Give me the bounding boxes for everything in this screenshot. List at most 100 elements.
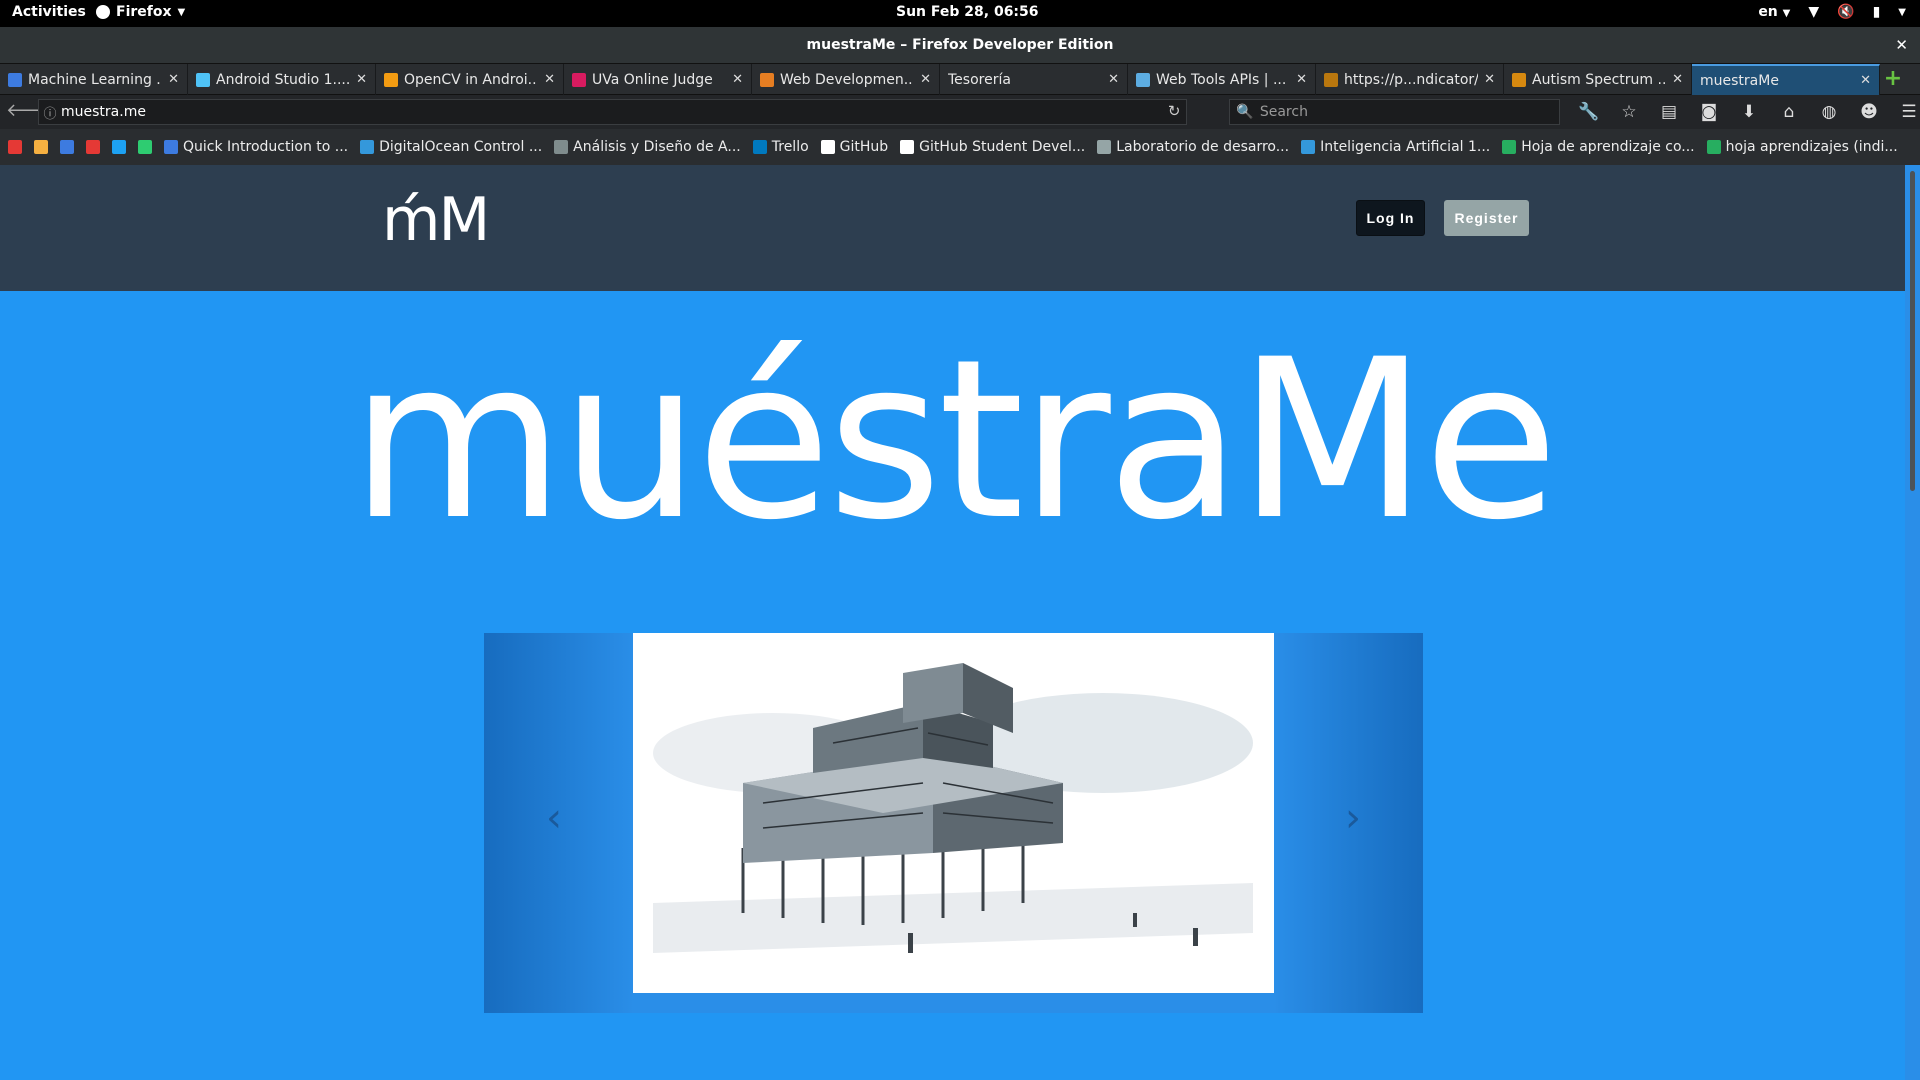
tab-strip: Machine Learning ... ✕ Android Studio 1...… xyxy=(0,63,1920,95)
clock[interactable]: Sun Feb 28, 06:56 xyxy=(896,4,1039,20)
bookmark-item[interactable]: hoja aprendizajes (indi... xyxy=(1706,139,1898,155)
chevron-down-icon: ▼ xyxy=(1898,6,1906,18)
bookmark-favicon-icon xyxy=(752,140,767,154)
close-icon[interactable]: ✕ xyxy=(1895,27,1908,63)
bookmark-favicon-icon xyxy=(1301,140,1316,154)
search-input[interactable]: 🔍 Search xyxy=(1229,99,1560,125)
close-icon[interactable]: ✕ xyxy=(1296,72,1307,87)
browser-tab[interactable]: Autism Spectrum ... ✕ xyxy=(1504,64,1692,95)
browser-tab[interactable]: Web Developmen... ✕ xyxy=(752,64,940,95)
bookmark-favicon-icon xyxy=(1097,140,1112,154)
bookmark-favicon-icon xyxy=(164,140,178,154)
back-arrow-icon[interactable]: 🡐 xyxy=(6,100,54,124)
bookmark-item[interactable]: Hoja de aprendizaje co... xyxy=(1502,139,1695,155)
browser-tab[interactable]: OpenCV in Androi... ✕ xyxy=(376,64,564,95)
bookmark-favicon-icon xyxy=(820,140,835,154)
browser-tab[interactable]: Web Tools APIs | ... ✕ xyxy=(1128,64,1316,95)
bookmark-label: Inteligencia Artificial 1... xyxy=(1320,139,1491,155)
bookmark-item[interactable]: Trello xyxy=(752,139,809,155)
system-tray[interactable]: en ▼ ▼ 🔇 ▮ ▼ xyxy=(1758,4,1906,20)
browser-tab[interactable]: UVa Online Judge ✕ xyxy=(564,64,752,95)
bookmark-favicon-icon xyxy=(1706,140,1721,154)
login-button[interactable]: Log In xyxy=(1356,200,1425,236)
bookmark-item[interactable]: DigitalOcean Control ... xyxy=(360,139,542,155)
bookmark-label: Hoja de aprendizaje co... xyxy=(1521,139,1695,155)
close-icon[interactable]: ✕ xyxy=(1484,72,1495,87)
language-indicator[interactable]: en ▼ xyxy=(1758,4,1790,20)
hello-icon[interactable]: ☻ xyxy=(1858,102,1880,122)
wrench-icon[interactable]: 🔧 xyxy=(1578,102,1600,122)
close-icon[interactable]: ✕ xyxy=(168,72,179,87)
close-icon[interactable]: ✕ xyxy=(356,72,367,87)
developer-icon[interactable]: ◍ xyxy=(1818,102,1840,122)
browser-tab[interactable]: Machine Learning ... ✕ xyxy=(0,64,188,95)
bookmark-item[interactable]: GitHub xyxy=(820,139,888,155)
bookmark-favicon-icon xyxy=(60,140,74,154)
info-icon[interactable]: ⓘ xyxy=(39,103,61,122)
tab-title: https://p...ndicator/ xyxy=(1344,71,1479,88)
star-icon[interactable]: ☆ xyxy=(1618,102,1640,122)
app-menu[interactable]: Firefox ▼ xyxy=(96,4,185,20)
browser-tab[interactable]: Android Studio 1.... ✕ xyxy=(188,64,376,95)
toolbar-icons: 🔧 ☆ ▤ ◙ ⬇ ⌂ ◍ ☻ ☰ xyxy=(1578,102,1920,122)
url-bar[interactable]: ⓘ muestra.me ↻ xyxy=(38,99,1188,125)
navigation-toolbar: 🡐 ⓘ muestra.me ↻ 🔍 Search 🔧 ☆ ▤ ◙ ⬇ ⌂ ◍ … xyxy=(0,95,1920,129)
chevron-right-icon[interactable]: › xyxy=(1333,793,1373,843)
language-label: en xyxy=(1758,4,1778,20)
menu-icon[interactable]: ☰ xyxy=(1898,102,1920,122)
tab-title: muestraMe xyxy=(1700,72,1779,89)
firefox-icon xyxy=(96,5,110,19)
bookmark-item[interactable]: GitHub Student Devel... xyxy=(900,139,1085,155)
tab-title: Machine Learning ... xyxy=(28,71,163,88)
clipboard-icon[interactable]: ▤ xyxy=(1658,102,1680,122)
building-sketch xyxy=(633,633,1274,993)
bookmark-favicon-icon xyxy=(1502,140,1517,154)
bookmark-item[interactable] xyxy=(60,140,74,154)
bookmark-item[interactable]: Análisis y Diseño de A... xyxy=(554,139,741,155)
url-text[interactable]: muestra.me xyxy=(61,104,146,120)
bookmark-item[interactable]: Quick Introduction to ... xyxy=(164,139,348,155)
bookmark-item[interactable]: Laboratorio de desarro... xyxy=(1097,139,1289,155)
bookmark-item[interactable] xyxy=(138,140,152,154)
bookmark-favicon-icon xyxy=(112,140,126,154)
close-icon[interactable]: ✕ xyxy=(544,72,555,87)
reload-icon[interactable]: ↻ xyxy=(1168,102,1181,120)
close-icon[interactable]: ✕ xyxy=(1672,72,1683,87)
browser-tab[interactable]: Tesorería ✕ xyxy=(940,64,1128,95)
home-icon[interactable]: ⌂ xyxy=(1778,102,1800,122)
scrollbar-thumb[interactable] xyxy=(1910,171,1915,491)
system-top-bar: Activities Firefox ▼ Sun Feb 28, 06:56 e… xyxy=(0,0,1920,27)
bookmark-item[interactable] xyxy=(34,140,48,154)
close-icon[interactable]: ✕ xyxy=(732,72,743,87)
tab-title: Web Tools APIs | ... xyxy=(1156,71,1287,88)
new-tab-plus-icon[interactable]: + xyxy=(1880,64,1906,94)
tab-favicon-icon xyxy=(572,72,586,87)
search-icon: 🔍 xyxy=(1236,104,1254,120)
bookmark-item[interactable] xyxy=(86,140,100,154)
activities-button[interactable]: Activities xyxy=(12,4,86,20)
register-button[interactable]: Register xyxy=(1444,200,1529,236)
tab-title: Autism Spectrum ... xyxy=(1532,71,1667,88)
window-titlebar: muestraMe – Firefox Developer Edition ✕ xyxy=(0,27,1920,63)
carousel-slide-image xyxy=(633,633,1274,993)
bookmark-item[interactable]: Inteligencia Artificial 1... xyxy=(1301,139,1490,155)
search-placeholder: Search xyxy=(1259,104,1308,120)
browser-tab[interactable]: muestraMe ✕ xyxy=(1692,64,1880,95)
page-scrollbar[interactable] xyxy=(1905,165,1920,1080)
bookmark-item[interactable] xyxy=(8,140,22,154)
bookmark-item[interactable] xyxy=(112,140,126,154)
download-icon[interactable]: ⬇ xyxy=(1738,102,1760,122)
close-icon[interactable]: ✕ xyxy=(1860,73,1871,88)
tab-favicon-icon xyxy=(384,72,398,87)
chevron-left-icon[interactable]: ‹ xyxy=(534,793,574,843)
pocket-icon[interactable]: ◙ xyxy=(1698,102,1720,122)
bookmark-label: Laboratorio de desarro... xyxy=(1116,139,1290,155)
tab-title: Android Studio 1.... xyxy=(216,71,351,88)
site-logo[interactable]: ḿM xyxy=(382,185,490,255)
volume-muted-icon: 🔇 xyxy=(1837,4,1855,20)
close-icon[interactable]: ✕ xyxy=(920,72,931,87)
close-icon[interactable]: ✕ xyxy=(1108,72,1119,87)
tab-favicon-icon xyxy=(196,72,210,87)
bookmark-label: GitHub Student Devel... xyxy=(919,139,1086,155)
browser-tab[interactable]: https://p...ndicator/ ✕ xyxy=(1316,64,1504,95)
